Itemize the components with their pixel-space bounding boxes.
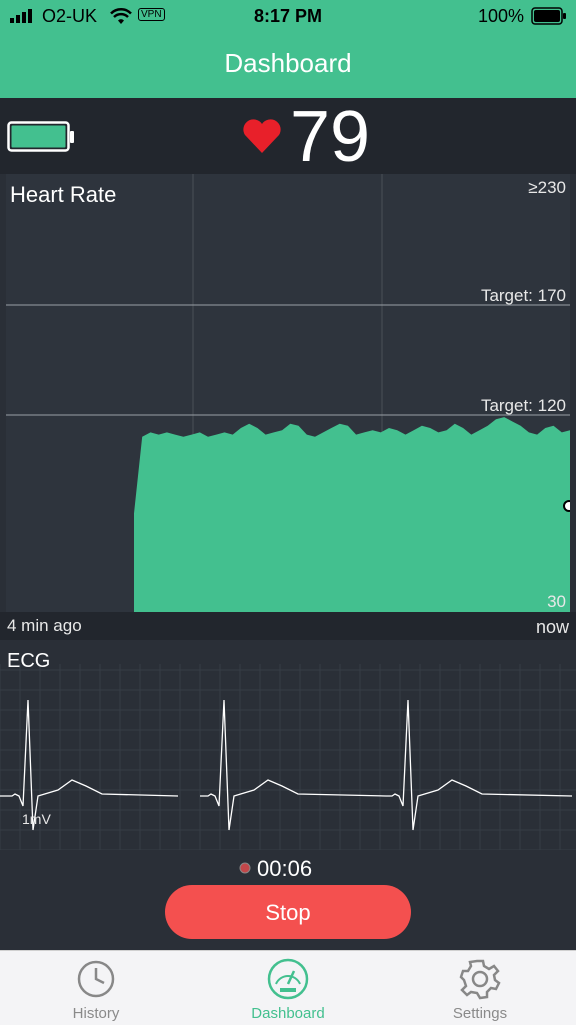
heart-rate-area bbox=[134, 417, 570, 612]
battery-percent: 100% bbox=[478, 6, 525, 26]
heart-rate-plot bbox=[6, 174, 570, 612]
tab-label: Dashboard bbox=[251, 1005, 325, 1022]
ecg-scale-label: 1mV bbox=[22, 811, 51, 827]
heart-icon bbox=[243, 119, 281, 153]
tab-bar: History Dashboard Settings bbox=[0, 950, 576, 1025]
y-max-label: ≥230 bbox=[528, 178, 566, 197]
time-start-label: 4 min ago bbox=[7, 616, 82, 635]
recording-controls: 00:06 Stop bbox=[0, 850, 576, 950]
tab-label: Settings bbox=[452, 1005, 508, 1022]
tab-label: History bbox=[72, 1005, 120, 1022]
page-title: Dashboard bbox=[224, 48, 352, 78]
y-min-label: 30 bbox=[547, 592, 566, 611]
tab-dashboard[interactable]: Dashboard bbox=[192, 951, 384, 1025]
chart-title: Heart Rate bbox=[10, 182, 117, 207]
ecg-plot bbox=[0, 664, 576, 850]
target-low-label: Target: 120 bbox=[480, 396, 566, 415]
live-stats: 79 bbox=[0, 97, 576, 177]
ecg-title: ECG bbox=[7, 650, 51, 672]
time-end-label: now bbox=[535, 617, 569, 637]
status-bar: O2-UK VPN 8:17 PM 100% bbox=[0, 0, 576, 34]
target-high-label: Target: 170 bbox=[480, 286, 566, 305]
battery-icon bbox=[531, 7, 566, 25]
device-battery-icon bbox=[7, 121, 74, 152]
nav-header: Dashboard bbox=[0, 34, 576, 98]
chart-time-axis: 4 min ago now bbox=[0, 612, 576, 640]
ecg-panel: ECG 1mV bbox=[0, 644, 576, 850]
recording-dot-icon bbox=[239, 862, 251, 874]
heart-rate-value: 79 bbox=[290, 97, 371, 177]
heart-rate-chart: Heart Rate ≥230 Target: 170 Target: 120 … bbox=[6, 174, 570, 612]
tab-history[interactable]: History bbox=[0, 951, 192, 1025]
clock-icon bbox=[77, 960, 115, 998]
gauge-icon bbox=[267, 958, 309, 1000]
stop-button[interactable]: Stop bbox=[165, 885, 411, 939]
current-point-marker bbox=[563, 500, 570, 512]
gear-icon bbox=[459, 959, 501, 1000]
tab-settings[interactable]: Settings bbox=[384, 951, 576, 1025]
recording-timer: 00:06 bbox=[257, 856, 313, 881]
